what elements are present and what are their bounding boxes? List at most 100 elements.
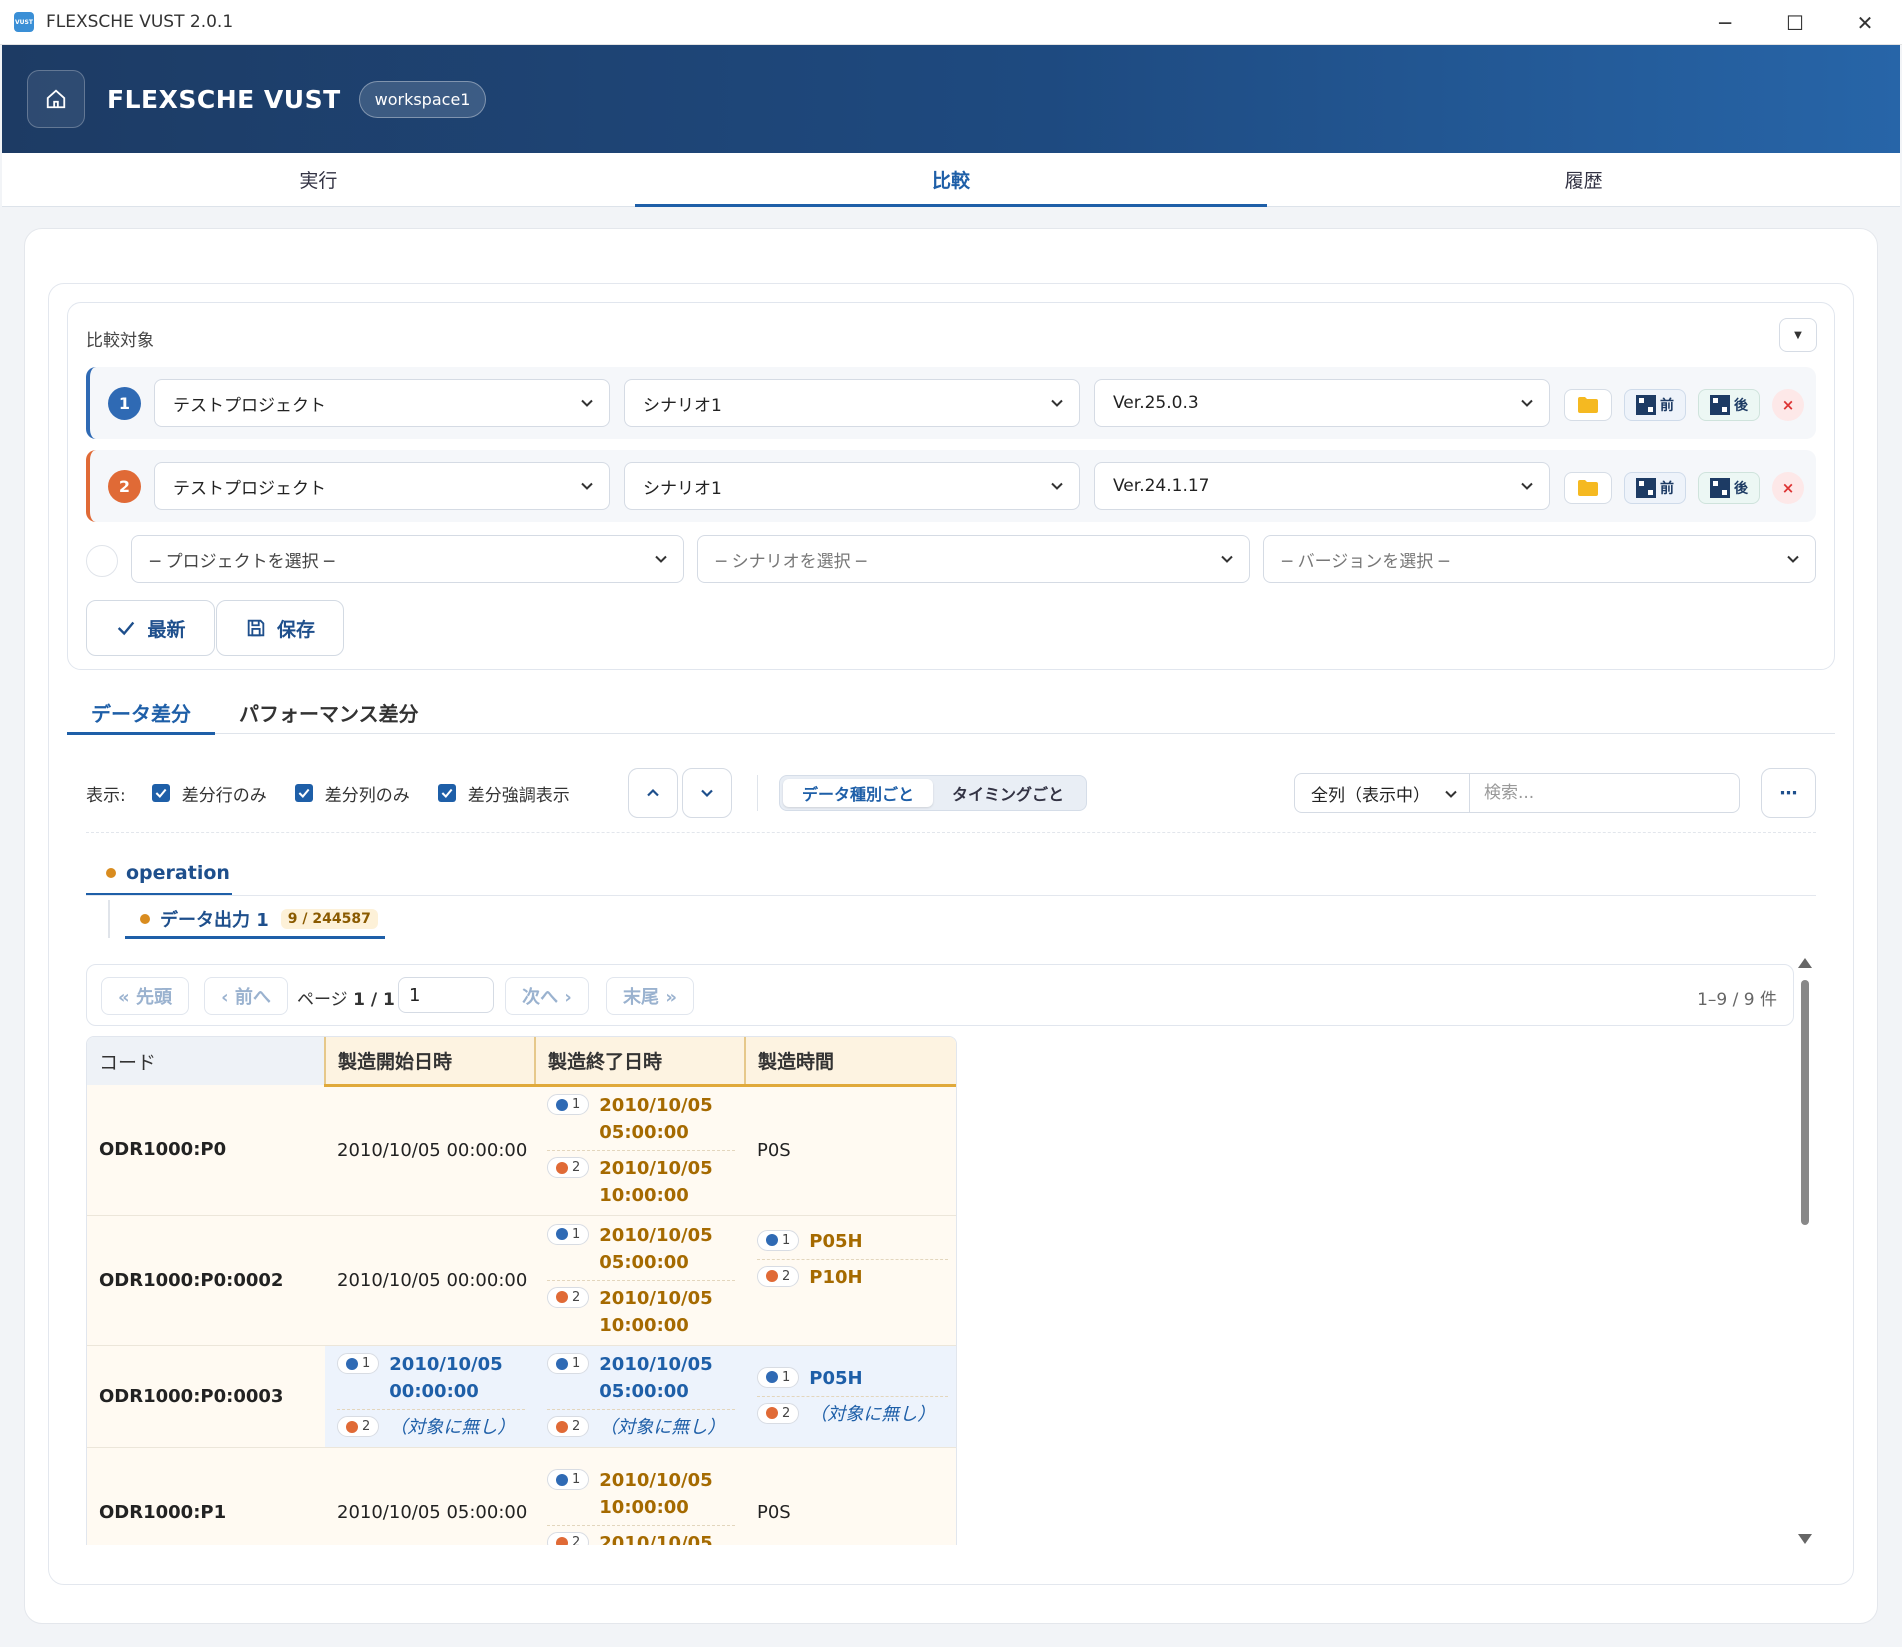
tree-tab-label: operation xyxy=(126,861,230,884)
diff-rows-label[interactable]: 差分行のみ xyxy=(182,781,267,806)
checkmark-icon xyxy=(298,788,310,799)
scroll-down-arrow[interactable] xyxy=(1798,1534,1812,1544)
scenario-select[interactable]: シナリオ1 xyxy=(624,462,1080,510)
display-label: 表示: xyxy=(86,785,126,806)
value-target-2: 2010/10/05 10:00:00 xyxy=(599,1158,713,1206)
group-mode-toggle: データ種別ごと タイミングごと xyxy=(779,775,1087,811)
table-row[interactable]: ODR1000:P0 2010/10/05 00:00:00 1 2010/10/… xyxy=(87,1085,956,1216)
refresh-label: 最新 xyxy=(147,618,186,641)
col-header-end[interactable]: 製造終了日時 xyxy=(534,1037,745,1087)
diff-table: コード 製造開始日時 製造終了日時 製造時間 ODR1000:P0 2010/1… xyxy=(86,1036,957,1545)
post-snapshot-label: 後 xyxy=(1734,398,1748,414)
diff-cols-checkbox[interactable] xyxy=(294,784,313,802)
remove-target-button[interactable]: × xyxy=(1772,472,1804,504)
new-target-badge xyxy=(86,545,118,577)
new-version-select[interactable]: ─ バージョンを選択 ─ xyxy=(1263,535,1816,583)
cell-code: ODR1000:P1 xyxy=(87,1447,325,1545)
cell-start: 2010/10/05 00:00:00 xyxy=(325,1215,535,1346)
table-row[interactable]: ODR1000:P1 2010/10/05 05:00:00 1 2010/10/… xyxy=(87,1447,956,1545)
value-target-1: 2010/10/05 05:00:00 xyxy=(599,1224,713,1273)
close-window-button[interactable]: ✕ xyxy=(1830,0,1900,45)
tree-tab-operation[interactable]: operation xyxy=(86,852,232,896)
project-select[interactable]: テストプロジェクト xyxy=(154,379,610,427)
post-snapshot-button[interactable]: 後 xyxy=(1698,472,1760,504)
refresh-button[interactable]: 最新 xyxy=(86,600,215,656)
tab-performance-diff[interactable]: パフォーマンス差分 xyxy=(215,690,443,734)
cell-duration: 1 P05H 2 P10H xyxy=(745,1215,956,1346)
tree-guide-line xyxy=(108,900,110,938)
prev-page-button[interactable]: ‹ 前へ xyxy=(204,977,288,1015)
version-select[interactable]: Ver.25.0.3 xyxy=(1094,379,1550,427)
value-target-2: （対象に無し） xyxy=(599,1417,726,1438)
folder-icon xyxy=(1578,397,1598,413)
version-select[interactable]: Ver.24.1.17 xyxy=(1094,462,1550,510)
status-dot xyxy=(106,867,116,878)
group-by-timing[interactable]: タイミングごと xyxy=(933,779,1083,807)
pre-snapshot-button[interactable]: 前 xyxy=(1624,389,1686,421)
col-header-code[interactable]: コード xyxy=(87,1037,325,1085)
page-number-input[interactable] xyxy=(398,977,494,1013)
tree-tab-label: データ出力 1 xyxy=(160,910,269,931)
tree-tab-data-output[interactable]: データ出力 1 9 / 244587 xyxy=(125,902,385,939)
project-select[interactable]: テストプロジェクト xyxy=(154,462,610,510)
result-count: 1–9 / 9 件 xyxy=(1697,990,1777,1010)
vertical-scrollbar[interactable] xyxy=(1797,956,1813,1546)
post-snapshot-button[interactable]: 後 xyxy=(1698,389,1760,421)
collapse-button[interactable]: ▼ xyxy=(1779,318,1817,352)
diff-highlight-checkbox[interactable] xyxy=(437,784,456,802)
col-header-start[interactable]: 製造開始日時 xyxy=(324,1037,535,1087)
diff-rows-checkbox[interactable] xyxy=(151,784,170,802)
table-row[interactable]: ODR1000:P0:0003 1 2010/10/05 00:00:00 2 （対… xyxy=(87,1345,956,1448)
diff-cols-label[interactable]: 差分列のみ xyxy=(325,781,410,806)
target-number-badge: 2 xyxy=(108,470,141,503)
new-version-placeholder: ─ バージョンを選択 ─ xyxy=(1282,551,1449,572)
target-2-pill: 2 xyxy=(757,1265,800,1287)
scroll-thumb[interactable] xyxy=(1801,980,1809,1225)
compare-target-row-1: 1 テストプロジェクト シナリオ1 Ver.25.0.3 前 後 × xyxy=(86,367,1816,439)
last-page-button[interactable]: 末尾 » xyxy=(606,977,694,1015)
pre-snapshot-label: 前 xyxy=(1660,481,1674,497)
scroll-up-arrow[interactable] xyxy=(1798,958,1812,968)
tab-compare[interactable]: 比較 xyxy=(634,153,1268,207)
column-filter-select[interactable]: 全列（表示中） xyxy=(1294,773,1470,813)
col-header-duration[interactable]: 製造時間 xyxy=(744,1037,956,1087)
open-folder-button[interactable] xyxy=(1564,389,1612,421)
prev-diff-button[interactable] xyxy=(628,768,678,818)
new-scenario-select[interactable]: ─ シナリオを選択 ─ xyxy=(697,535,1250,583)
toolbar-separator xyxy=(86,832,1816,833)
pre-snapshot-button[interactable]: 前 xyxy=(1624,472,1686,504)
remove-target-button[interactable]: × xyxy=(1772,389,1804,421)
minimize-button[interactable]: ─ xyxy=(1690,0,1760,45)
search-input[interactable] xyxy=(1470,773,1740,813)
chevron-up-icon xyxy=(647,788,659,797)
value-target-1: 2010/10/05 10:00:00 xyxy=(599,1470,713,1518)
tab-data-diff[interactable]: データ差分 xyxy=(67,690,215,735)
version-select-value: Ver.25.0.3 xyxy=(1113,393,1199,413)
save-button[interactable]: 保存 xyxy=(216,600,344,656)
first-page-button[interactable]: « 先頭 xyxy=(101,977,189,1015)
diff-highlight-label[interactable]: 差分強調表示 xyxy=(468,781,570,806)
next-diff-button[interactable] xyxy=(682,768,732,818)
home-button[interactable] xyxy=(27,70,85,128)
next-page-button[interactable]: 次へ › xyxy=(505,977,589,1015)
value-target-1: P05H xyxy=(809,1367,863,1389)
workspace-badge[interactable]: workspace1 xyxy=(358,80,487,118)
scenario-select[interactable]: シナリオ1 xyxy=(624,379,1080,427)
cell-code: ODR1000:P0:0002 xyxy=(87,1215,325,1346)
maximize-button[interactable]: ☐ xyxy=(1760,0,1830,45)
tab-history[interactable]: 履歴 xyxy=(1267,153,1900,206)
target-1-pill: 1 xyxy=(757,1229,800,1251)
folder-icon xyxy=(1578,480,1598,496)
value-target-2: P10H xyxy=(809,1266,863,1288)
app-brand: FLEXSCHE VUST xyxy=(107,84,341,114)
tab-run[interactable]: 実行 xyxy=(2,153,635,206)
more-options-button[interactable]: ⋯ xyxy=(1761,768,1816,818)
project-select-value: テストプロジェクト xyxy=(173,395,326,416)
table-row[interactable]: ODR1000:P0:0002 2010/10/05 00:00:00 1 201… xyxy=(87,1215,956,1346)
group-by-data-type[interactable]: データ種別ごと xyxy=(783,779,933,807)
target-1-pill: 1 xyxy=(547,1353,590,1374)
new-project-select[interactable]: ─ プロジェクトを選択 ─ xyxy=(131,535,684,583)
cell-end: 1 2010/10/05 10:00:00 2 2010/10/05 xyxy=(535,1447,745,1545)
open-folder-button[interactable] xyxy=(1564,472,1612,504)
main-tabs: 実行 比較 履歴 xyxy=(2,153,1900,207)
